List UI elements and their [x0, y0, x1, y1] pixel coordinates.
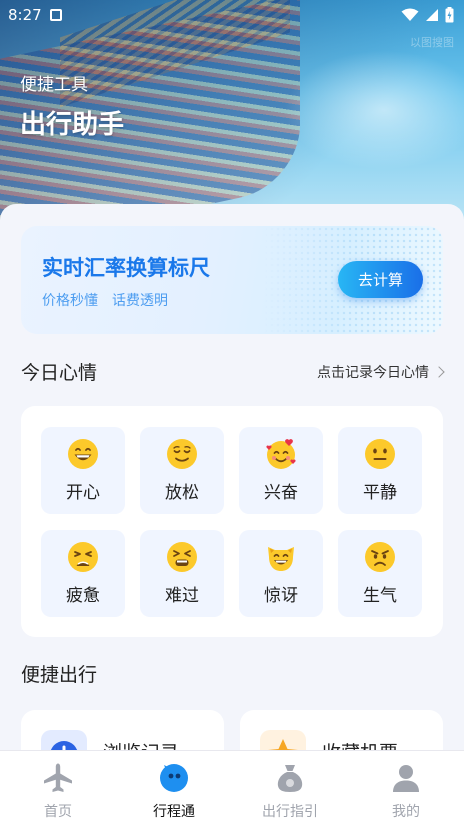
mood-label: 兴奋 [264, 483, 298, 503]
notification-icon [49, 9, 62, 21]
mood-panel: 开心 放松 兴奋 平静 疲惫 难过 惊讶 生气 [21, 406, 443, 637]
hero-subtitle: 便捷工具 [20, 75, 88, 95]
mood-tile-sad[interactable]: 难过 [140, 530, 224, 617]
record-mood-link[interactable]: 点击记录今日心情 [317, 362, 445, 382]
record-mood-link-label: 点击记录今日心情 [317, 364, 429, 381]
mood-label: 疲惫 [66, 586, 100, 606]
money-bag-icon [273, 761, 307, 795]
neutral-face-icon [365, 439, 395, 469]
mood-label: 放松 [165, 483, 199, 503]
exchange-rate-card[interactable]: 实时汇率换算标尺 价格秒懂 话费透明 去计算 [21, 226, 443, 334]
quick-section-header: 便捷出行 [21, 660, 443, 687]
rate-tag: 价格秒懂 [42, 293, 98, 309]
mood-tile-calm[interactable]: 平静 [338, 427, 422, 514]
exchange-rate-title: 实时汇率换算标尺 [42, 256, 210, 280]
mood-label: 生气 [363, 586, 397, 606]
airplane-icon [41, 761, 75, 795]
bottom-navigation: 首页 行程通 出行指引 我的 [0, 750, 464, 824]
screen: 8:27 以图搜图 便捷工具 出行助手 实时汇率换算标尺 价格秒懂 话费透明 去… [0, 0, 464, 824]
nav-label: 行程通 [153, 804, 195, 820]
nav-label: 我的 [392, 804, 420, 820]
mood-label: 惊讶 [264, 586, 298, 606]
sky-cloud-decoration [284, 50, 464, 170]
mood-section-header: 今日心情 点击记录今日心情 [21, 358, 445, 385]
mood-tile-tired[interactable]: 疲惫 [41, 530, 125, 617]
battery-icon [445, 7, 454, 23]
status-bar: 8:27 [0, 0, 464, 30]
cat-face-icon [268, 547, 294, 571]
nav-label: 出行指引 [262, 804, 318, 820]
wifi-icon [401, 8, 419, 22]
mood-tile-excited[interactable]: 兴奋 [239, 427, 323, 514]
mood-tile-relaxed[interactable]: 放松 [140, 427, 224, 514]
mood-tile-happy[interactable]: 开心 [41, 427, 125, 514]
nav-label: 首页 [44, 804, 72, 820]
signal-icon [425, 8, 439, 22]
angry-face-icon [365, 542, 395, 572]
exchange-rate-tags: 价格秒懂 话费透明 [42, 290, 168, 310]
nav-item-travel-guide[interactable]: 出行指引 [232, 751, 348, 824]
section-title: 便捷出行 [21, 664, 98, 686]
mood-label: 开心 [66, 483, 100, 503]
mood-tile-angry[interactable]: 生气 [338, 530, 422, 617]
relieved-face-icon [167, 439, 197, 469]
status-time: 8:27 [8, 6, 42, 24]
nav-item-profile[interactable]: 我的 [348, 751, 464, 824]
page-title: 出行助手 [20, 110, 125, 140]
nav-item-itinerary[interactable]: 行程通 [116, 751, 232, 824]
tired-face-icon [167, 542, 197, 572]
nav-item-home[interactable]: 首页 [0, 751, 116, 824]
mood-grid: 开心 放松 兴奋 平静 疲惫 难过 惊讶 生气 [41, 427, 423, 617]
mood-label: 平静 [363, 483, 397, 503]
smiling-face-with-hearts-icon [266, 439, 296, 469]
chevron-right-icon [433, 365, 445, 378]
mood-label: 难过 [165, 586, 199, 606]
section-title: 今日心情 [21, 362, 98, 384]
image-watermark: 以图搜图 [410, 36, 454, 49]
user-icon [389, 761, 423, 795]
weary-face-icon [68, 542, 98, 572]
grinning-face-icon [68, 439, 98, 469]
chat-bubble-icon [157, 761, 191, 795]
rate-tag: 话费透明 [112, 293, 168, 309]
mood-tile-surprised[interactable]: 惊讶 [239, 530, 323, 617]
calculate-button[interactable]: 去计算 [338, 261, 423, 298]
